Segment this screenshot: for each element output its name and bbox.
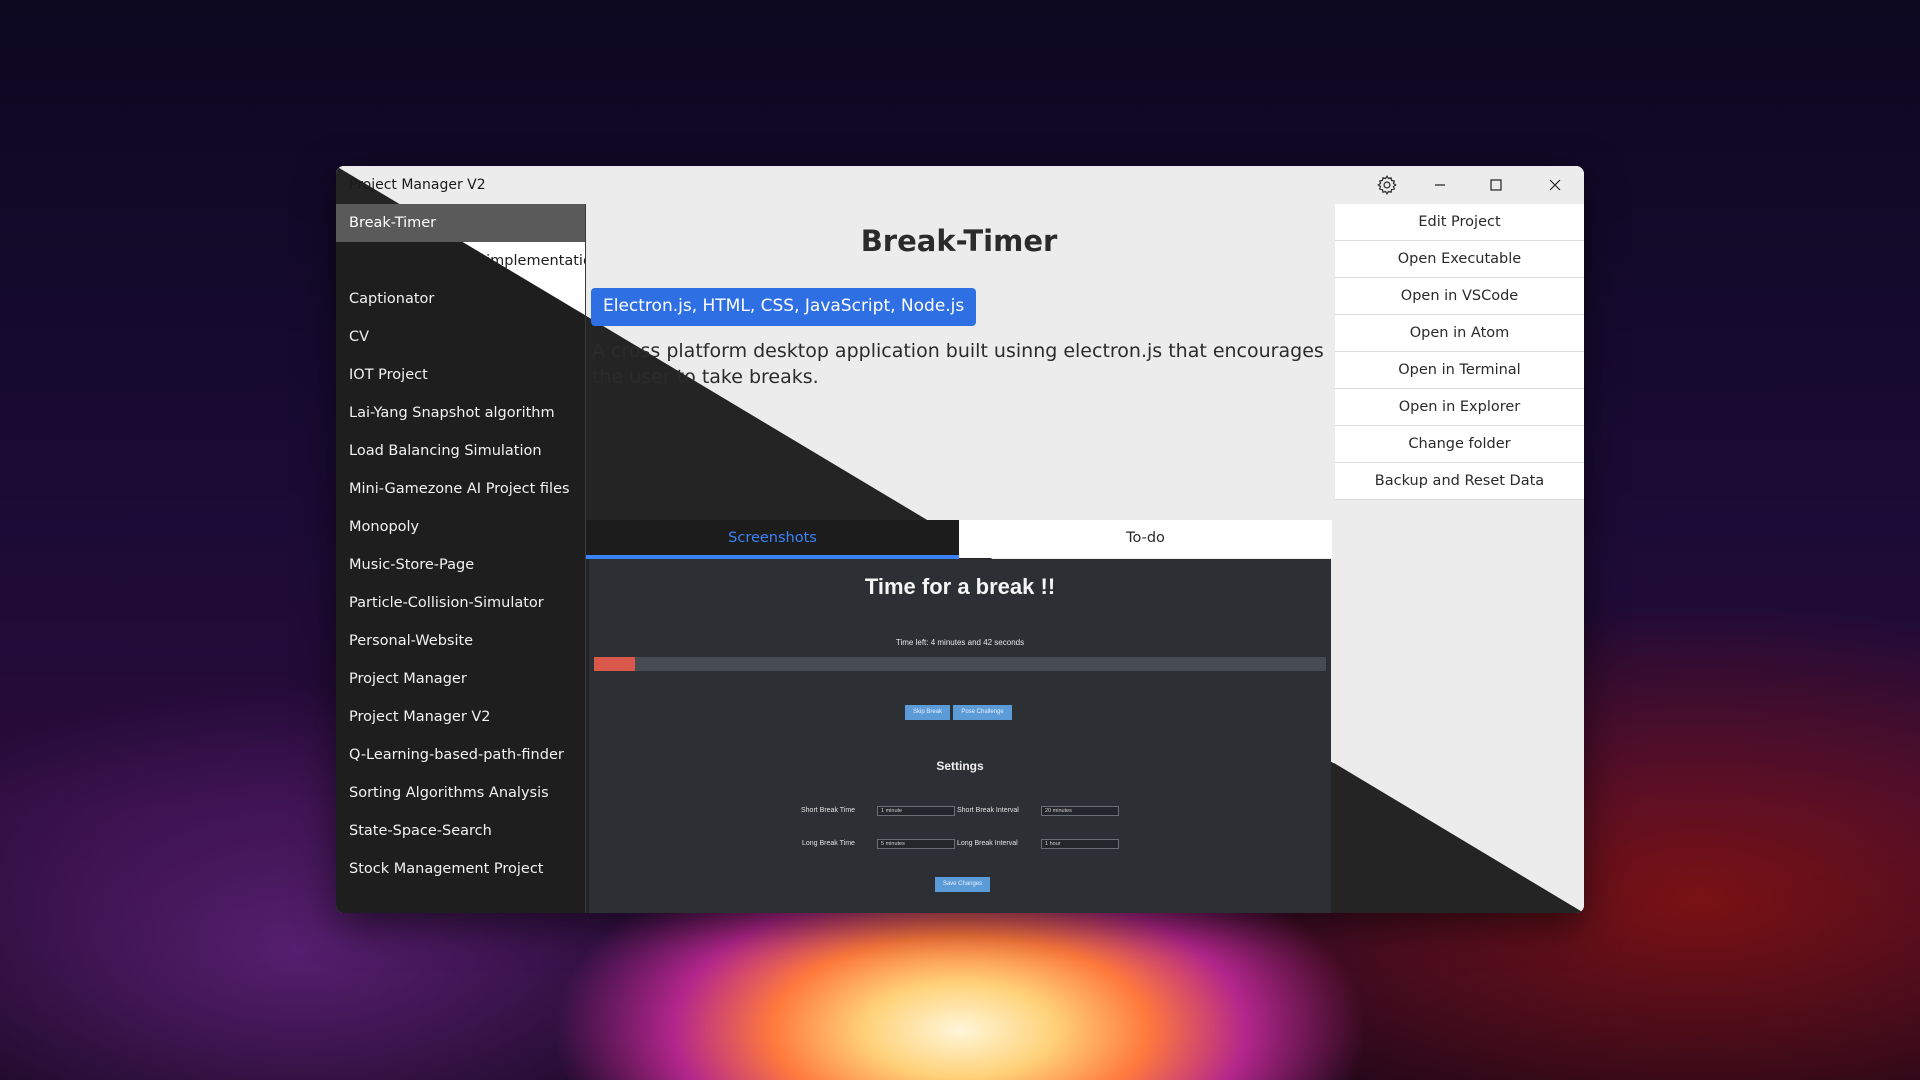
open-explorer-button[interactable]: Open in Explorer: [1335, 389, 1584, 426]
sidebar-item-personal-website[interactable]: Personal-Website: [336, 622, 585, 660]
screenshot-short-break-interval-label: Short Break Interval: [957, 807, 1019, 814]
screenshot-settings-heading: Settings: [936, 759, 984, 773]
close-button[interactable]: [1532, 166, 1578, 204]
screenshot-time-left: Time left: 4 minutes and 42 seconds: [895, 638, 1025, 647]
title-bar: Project Manager V2: [336, 166, 1584, 204]
close-icon: [1548, 178, 1562, 192]
maximize-button[interactable]: [1473, 166, 1519, 204]
tab-todo[interactable]: To-do: [959, 520, 1332, 558]
sidebar-item-project-manager[interactable]: Project Manager: [336, 660, 585, 698]
project-title: Break-Timer: [860, 224, 1058, 258]
sidebar-item-lai-yang[interactable]: Lai-Yang Snapshot algorithm: [336, 394, 585, 432]
screenshot-progress-fill: [594, 657, 635, 671]
change-folder-button[interactable]: Change folder: [1335, 426, 1584, 463]
sidebar-item-project-manager-v2[interactable]: Project Manager V2: [336, 698, 585, 736]
sidebar-item-music-store[interactable]: Music-Store-Page: [336, 546, 585, 584]
screenshot-long-break-interval-input: 1 hour: [1041, 839, 1119, 849]
open-atom-button[interactable]: Open in Atom: [1335, 315, 1584, 352]
sidebar-item-q-learning[interactable]: Q-Learning-based-path-finder: [336, 736, 585, 774]
sidebar-item-captionator[interactable]: Captionator: [336, 280, 585, 318]
tech-stack-badge: Electron.js, HTML, CSS, JavaScript, Node…: [591, 288, 977, 326]
app-window: Project Manager V2 Break-Timer Browser l…: [336, 166, 1584, 913]
settings-button[interactable]: [1364, 166, 1410, 204]
screenshot-save-changes-button: Save Changes: [935, 877, 990, 892]
screenshot-pose-challenge-button: Pose Challenge: [953, 705, 1012, 720]
sidebar-item-load-balancing[interactable]: Load Balancing Simulation: [336, 432, 585, 470]
gear-icon: [1376, 174, 1398, 196]
screenshot-long-break-time-input: 5 minutes: [877, 839, 955, 849]
sidebar-item-monopoly[interactable]: Monopoly: [336, 508, 585, 546]
sidebar-item-break-timer[interactable]: Break-Timer: [336, 204, 585, 242]
sidebar-item-sorting-algorithms[interactable]: Sorting Algorithms Analysis: [336, 774, 585, 812]
tab-screenshots[interactable]: Screenshots: [586, 520, 959, 558]
minimize-button[interactable]: [1417, 166, 1463, 204]
sidebar-item-particle-collision[interactable]: Particle-Collision-Simulator: [336, 584, 585, 622]
project-description: A cross platform desktop application bui…: [592, 340, 1324, 388]
open-executable-button[interactable]: Open Executable: [1335, 241, 1584, 278]
action-panel: Edit Project Open Executable Open in VSC…: [1335, 204, 1584, 500]
content-tabs: Screenshots To-do: [586, 520, 1332, 559]
open-vscode-button[interactable]: Open in VSCode: [1335, 278, 1584, 315]
screenshot-progress-bar: [594, 657, 1326, 671]
screenshot-heading: Time for a break !!: [864, 574, 1056, 599]
screenshot-preview: Time for a break !! Time left: 4 minutes…: [589, 559, 1331, 913]
screenshot-short-break-time-label: Short Break Time: [801, 807, 856, 814]
sidebar-item-mini-gamezone[interactable]: Mini-Gamezone AI Project files: [336, 470, 585, 508]
edit-project-button[interactable]: Edit Project: [1335, 204, 1584, 241]
screenshot-long-break-time-label: Long Break Time: [802, 840, 855, 847]
backup-reset-button[interactable]: Backup and Reset Data: [1335, 463, 1584, 500]
sidebar-item-state-space-search[interactable]: State-Space-Search: [336, 812, 585, 850]
sidebar-item-iot-project[interactable]: IOT Project: [336, 356, 585, 394]
project-sidebar: Break-Timer Browser linked list implemen…: [336, 204, 585, 913]
sidebar-item-cv[interactable]: CV: [336, 318, 585, 356]
screenshot-long-break-interval-label: Long Break Interval: [957, 840, 1018, 847]
maximize-icon: [1489, 178, 1503, 192]
screenshot-skip-break-button: Skip Break: [905, 705, 950, 720]
minimize-icon: [1433, 178, 1447, 192]
app-title: Project Manager V2: [349, 177, 486, 193]
screenshot-short-break-time-input: 1 minute: [877, 806, 955, 816]
open-terminal-button[interactable]: Open in Terminal: [1335, 352, 1584, 389]
sidebar-item-stock-management[interactable]: Stock Management Project: [336, 850, 585, 888]
sidebar-item-browser-linked-list[interactable]: Browser linked list implementation: [336, 242, 585, 280]
screenshot-short-break-interval-input: 20 minutes: [1041, 806, 1119, 816]
